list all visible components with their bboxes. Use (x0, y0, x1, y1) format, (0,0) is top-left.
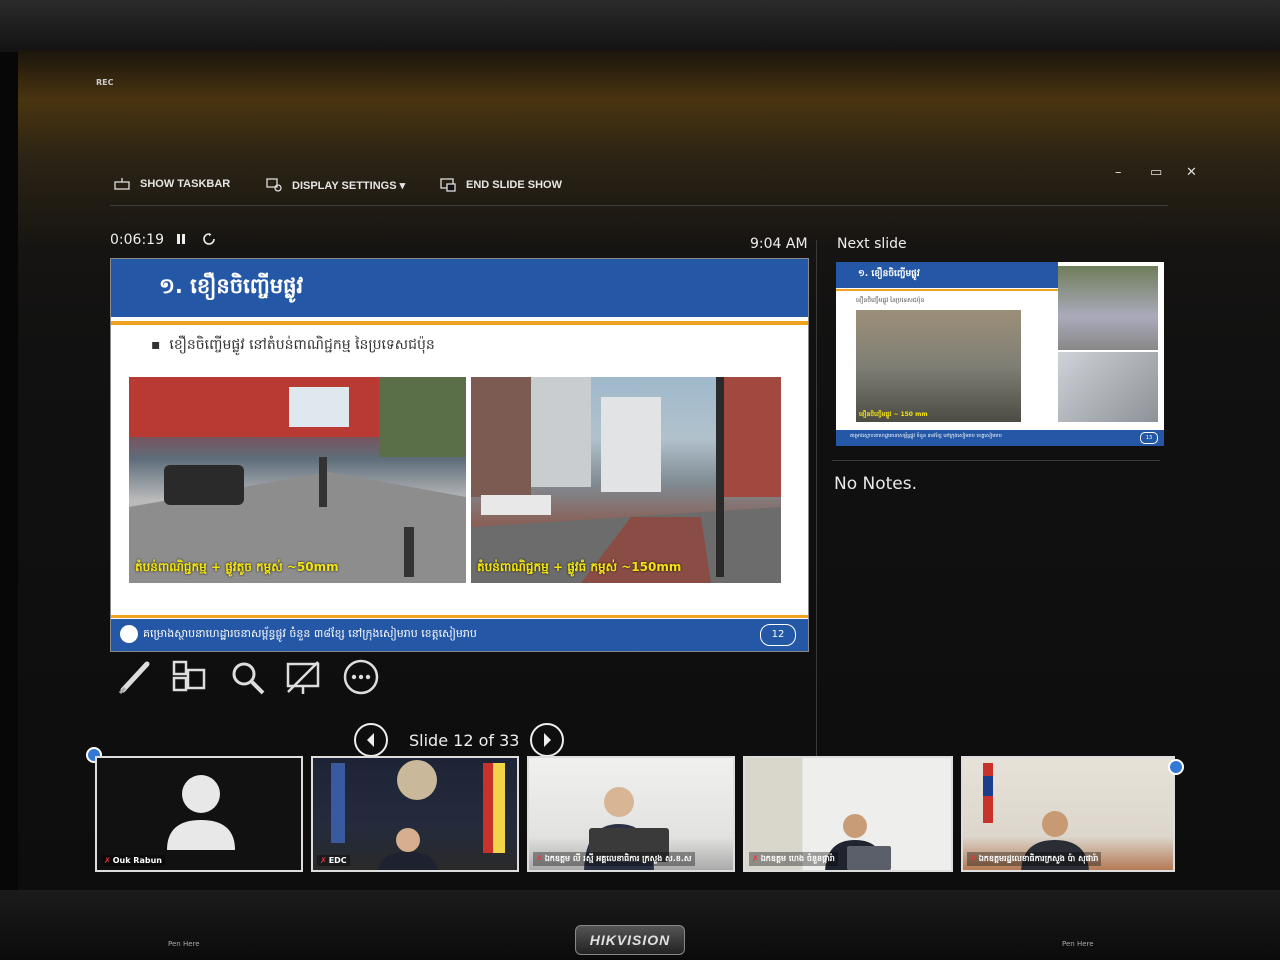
close-button[interactable]: ✕ (1186, 165, 1197, 180)
toolbar-divider (110, 205, 1168, 206)
chevron-left-icon (367, 733, 374, 747)
street-photo-shapes-2 (471, 377, 781, 583)
next-slide-photo-sidewalk (1058, 352, 1158, 422)
slide-header: ១. ខឿនចិញ្ចើមផ្លូវ (111, 259, 808, 317)
pen-tool-icon[interactable] (115, 658, 155, 698)
next-slide-button[interactable] (530, 723, 564, 757)
slide-page-number: 12 (760, 624, 796, 646)
restore-button[interactable]: ▭ (1150, 165, 1162, 180)
see-all-slides-icon[interactable] (170, 658, 210, 698)
end-show-icon (440, 178, 456, 192)
pen-holder-label: Pen Here (168, 940, 200, 948)
monitor-brand-logo: HIKVISION (575, 925, 685, 955)
slide-bullet-text: ខឿនចិញ្ចើមផ្លូវ នៅតំបន់ពាណិជ្ជកម្ម នៃប្រ… (169, 337, 435, 353)
show-taskbar-label: SHOW TASKBAR (140, 178, 231, 190)
muted-mic-icon: ✗ (752, 854, 759, 863)
zoom-icon[interactable] (228, 658, 268, 698)
participant-tile[interactable]: ✗ EDC (311, 756, 519, 872)
ministry-logo-icon (120, 625, 138, 643)
next-slide-photo-caption: ខឿនចិញ្ចើមផ្លូវ ~ 150 mm (859, 411, 928, 418)
slide-footer-text: គម្រោងស្ថាបនាហេដ្ឋារចនាសម្ព័ន្ធផ្លូវ ចំន… (143, 627, 477, 640)
next-slide-photo-curb: ខឿនចិញ្ចើមផ្លូវ ~ 150 mm (856, 310, 1021, 422)
black-screen-icon[interactable] (284, 658, 324, 698)
participant-tile[interactable]: ✗ ឯកឧត្តម ហេង ចំនួនផ្ការ៉ា (743, 756, 953, 872)
chevron-right-icon (544, 733, 551, 747)
end-slide-show-label: END SLIDE SHOW (466, 179, 562, 191)
elapsed-timer: 0:06:19 (110, 232, 164, 248)
photo-caption-2: តំបន់ពាណិជ្ជកម្ម + ផ្លូវធំ កម្ពស់ ~150mm (477, 560, 682, 574)
minimize-button[interactable]: – (1115, 165, 1122, 180)
muted-mic-icon: ✗ (320, 856, 327, 865)
more-options-icon[interactable] (342, 658, 382, 698)
show-taskbar-button[interactable]: SHOW TASKBAR (114, 178, 230, 190)
slide-footer-accent (111, 615, 808, 618)
next-slide-header: ១. ខឿនចិញ្ចើមផ្លូវ (836, 262, 1058, 288)
clock: 9:04 AM (750, 236, 808, 252)
photo-caption-1: តំបន់ពាណិជ្ជកម្ម + ផ្លូវតូច កម្ពស់ ~50mm (135, 560, 339, 574)
participant-tile[interactable]: ✗ ឯកឧត្តម លី រស្មី អគ្គលេខាធិការ ក្រសួង ស… (527, 756, 735, 872)
previous-slide-button[interactable] (354, 723, 388, 757)
reset-timer-icon[interactable] (203, 233, 215, 249)
street-photo-large-road: តំបន់ពាណិជ្ជកម្ម + ផ្លូវធំ កម្ពស់ ~150mm (471, 377, 781, 583)
display-settings-icon (266, 178, 282, 192)
next-slide-footer: គម្រោងស្ថាបនាហេដ្ឋារចនាសម្ព័ន្ធផ្លូវ ចំន… (836, 430, 1164, 446)
next-slide-thumbnail[interactable]: ១. ខឿនចិញ្ចើមផ្លូវ ខឿនចិញ្ចើមផ្លូវ នៃប្រ… (836, 262, 1164, 446)
slide-bullet: ▪ ខឿនចិញ្ចើមផ្លូវ នៅតំបន់ពាណិជ្ជកម្ម នៃប… (151, 337, 435, 353)
display-settings-button[interactable]: DISPLAY SETTINGS ▾ (266, 178, 405, 192)
pause-icon[interactable] (176, 233, 186, 249)
street-photo-shapes (129, 377, 466, 583)
next-slide-footer-text: គម្រោងស្ថាបនាហេដ្ឋារចនាសម្ព័ន្ធផ្លូវ ចំន… (850, 433, 1002, 439)
muted-mic-icon: ✗ (970, 854, 977, 863)
participant-name: ✗ ឯកឧត្តម លី រស្មី អគ្គលេខាធិការ ក្រសួង ស… (533, 852, 695, 866)
participant-name: ✗ ឯកឧត្តមរដ្ឋលេខាធិការក្រសួង ប៉ា សុផារ៉ា (967, 852, 1102, 866)
current-slide[interactable]: ១. ខឿនចិញ្ចើមផ្លូវ ▪ ខឿនចិញ្ចើមផ្លូវ នៅត… (110, 258, 809, 652)
participant-name: ✗ EDC (317, 855, 350, 866)
participant-tile[interactable]: ✗ ឯកឧត្តមរដ្ឋលេខាធិការក្រសួង ប៉ា សុផារ៉ា (961, 756, 1175, 872)
muted-mic-icon: ✗ (104, 856, 111, 865)
taskbar-icon (114, 178, 130, 190)
pen-holder-label-right: Pen Here (1062, 940, 1094, 948)
end-slide-show-button[interactable]: END SLIDE SHOW (440, 178, 562, 192)
recording-indicator: REC (96, 78, 114, 87)
next-slide-label: Next slide (837, 236, 907, 252)
street-photo-small-road: តំបន់ពាណិជ្ជកម្ម + ផ្លូវតូច កម្ពស់ ~50mm (129, 377, 466, 583)
slide-counter: Slide 12 of 33 (409, 731, 520, 750)
panel-divider (816, 240, 817, 760)
muted-mic-icon: ✗ (536, 854, 543, 863)
participant-name: ✗ ឯកឧត្តម ហេង ចំនួនផ្ការ៉ា (749, 852, 838, 866)
display-settings-label: DISPLAY SETTINGS ▾ (292, 179, 406, 192)
collapse-icon[interactable] (1168, 759, 1184, 775)
next-slide-title: ១. ខឿនចិញ្ចើមផ្លូវ (858, 269, 920, 279)
speaker-notes: No Notes. (834, 474, 918, 494)
monitor-bezel-top (0, 0, 1280, 52)
slide-title: ១. ខឿនចិញ្ចើមផ្លូវ (159, 274, 304, 298)
next-slide-page-number: 13 (1140, 432, 1158, 444)
notes-divider (832, 460, 1160, 461)
slide-footer: គម្រោងស្ថាបនាហេដ្ឋារចនាសម្ព័ន្ធផ្លូវ ចំន… (111, 619, 808, 651)
participant-tile[interactable]: ✗ Ouk Rabun (95, 756, 303, 872)
slide-accent-bar (111, 321, 808, 325)
next-slide-accent (836, 289, 1058, 291)
next-slide-bullet: ខឿនចិញ្ចើមផ្លូវ នៃប្រទេសជប៉ុន (856, 297, 925, 304)
next-slide-photo-street (1058, 266, 1158, 350)
participant-name: ✗ Ouk Rabun (101, 855, 165, 866)
